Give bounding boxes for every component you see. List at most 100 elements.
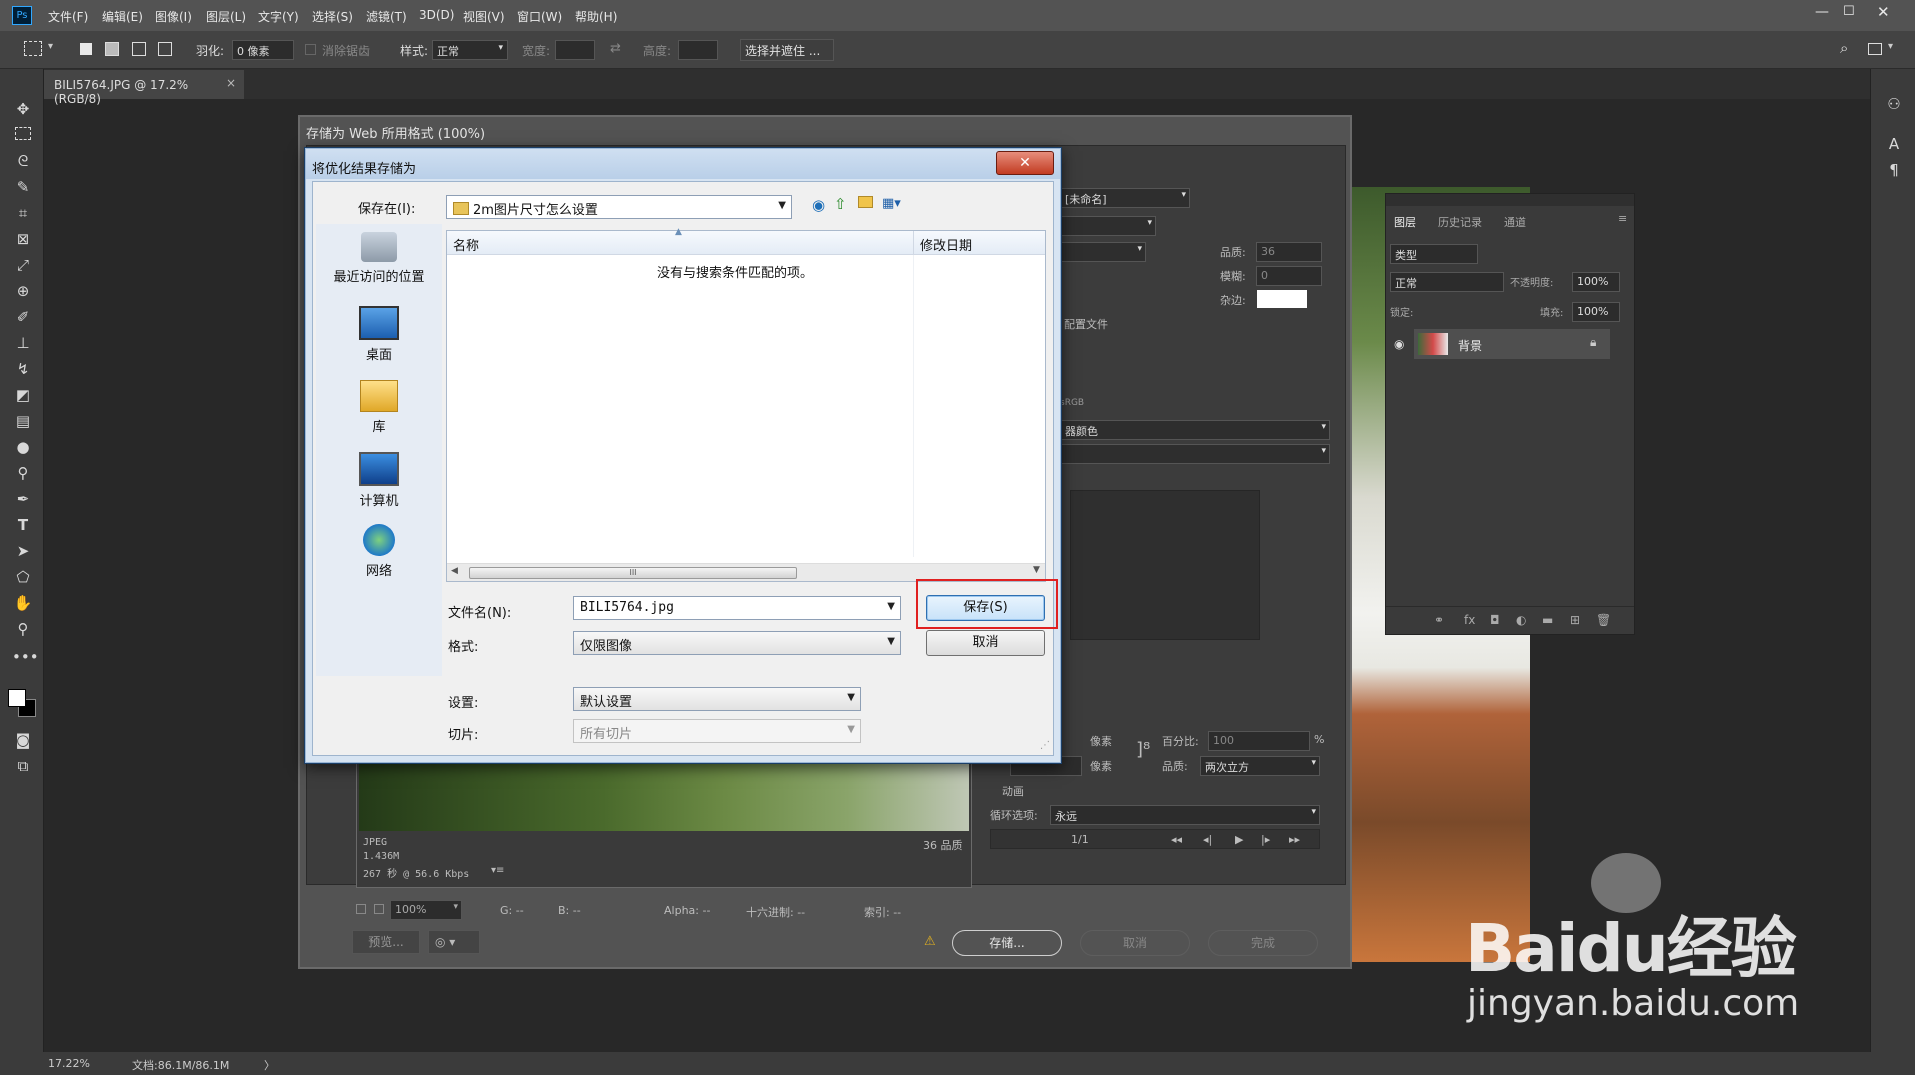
status-zoom[interactable]: 17.22% [48,1057,90,1070]
mask-icon[interactable]: ◘ [1490,613,1500,627]
zoom-select[interactable]: 100% ▾ [390,900,462,920]
quick-mask-icon[interactable]: ◙ [12,729,34,751]
visibility-eye-icon[interactable]: ◉ [1394,337,1404,351]
layer-filter-select[interactable]: 类型 [1390,244,1478,264]
more-tools-icon[interactable]: ••• [12,646,39,668]
layers-tab[interactable]: 图层 [1394,214,1416,230]
menu-help[interactable]: 帮助(H) [575,8,617,25]
intersect-selection-icon[interactable] [158,42,172,56]
history-tab[interactable]: 历史记录 [1438,214,1482,230]
place-libraries[interactable]: 库 [316,380,442,435]
marquee-tool-icon[interactable] [24,41,42,56]
next-frame-icon[interactable]: |▸ [1261,833,1270,846]
search-icon[interactable]: ⌕ [1840,39,1848,57]
menu-file[interactable]: 文件(F) [48,8,88,25]
add-selection-icon[interactable] [105,42,119,56]
antialias-checkbox[interactable] [305,44,316,55]
sfw-preview-button[interactable]: 预览... [352,930,420,954]
character-icon[interactable]: A [1883,133,1905,155]
minimize-icon[interactable]: — [1815,4,1829,20]
screen-mode-icon[interactable]: ⧉ [12,755,34,777]
lasso-tool-icon[interactable]: ᘓ [12,150,34,172]
select-and-mask-button[interactable]: 选择并遮住 ... [740,39,834,61]
crop-tool-icon[interactable]: ⌗ [12,202,34,224]
dialog-save-button[interactable]: 保存(S) [926,595,1045,621]
fx-icon[interactable]: fx [1464,613,1475,627]
hand-tool-icon[interactable]: ✋ [12,592,34,614]
shape-tool-icon[interactable]: ⬠ [12,566,34,588]
properties-icon[interactable]: ⚇ [1883,93,1905,115]
loop-options-select[interactable]: 永远 ▾ [1050,805,1320,825]
close-window-icon[interactable]: ✕ [1877,3,1890,21]
foreground-color-swatch[interactable] [8,689,26,707]
chevron-down-icon[interactable]: ▾ [1888,41,1893,52]
channels-tab[interactable]: 通道 [1504,214,1526,230]
back-icon[interactable]: ◉ [812,196,825,214]
healing-tool-icon[interactable]: ⊕ [12,280,34,302]
height-input[interactable] [678,40,718,60]
new-layer-icon[interactable]: ⊞ [1570,613,1580,627]
view-menu-icon[interactable]: ▦▾ [882,196,901,211]
paragraph-icon[interactable]: ¶ [1883,159,1905,181]
new-selection-icon[interactable] [80,43,92,55]
subtract-selection-icon[interactable] [132,42,146,56]
history-brush-tool-icon[interactable]: ↯ [12,358,34,380]
menu-edit[interactable]: 编辑(E) [102,8,143,25]
format-select[interactable]: 仅限图像 ▼ [573,631,901,655]
prev-frame-icon[interactable]: ◂| [1203,833,1212,846]
matte-swatch[interactable] [1257,290,1307,308]
eyedropper-tool-icon[interactable]: ⤢ [12,254,34,276]
pen-tool-icon[interactable]: ✒ [12,488,34,510]
menu-view[interactable]: 视图(V) [463,8,505,25]
menu-image[interactable]: 图像(I) [155,8,192,25]
style-select[interactable]: 正常 ▾ [432,40,508,60]
up-folder-icon[interactable]: ⇧ [834,195,847,213]
percent-input[interactable]: 100 [1208,731,1310,751]
panel-menu-icon[interactable]: ≡ [1618,212,1627,225]
menu-filter[interactable]: 滤镜(T) [366,8,407,25]
play-icon[interactable]: ▶ [1235,833,1243,846]
quality-input[interactable]: 36 [1256,242,1322,262]
resize-grip-icon[interactable]: ⋰ [1040,740,1050,751]
column-name-header[interactable]: 名称 ▲ [447,227,913,255]
status-menu-icon[interactable]: 〉 [264,1057,275,1073]
document-tab[interactable]: BILI5764.JPG @ 17.2%(RGB/8) × [44,70,244,106]
format-select[interactable]: ▾ [1060,216,1156,236]
path-select-tool-icon[interactable]: ➤ [12,540,34,562]
last-frame-icon[interactable]: ▸▸ [1289,833,1300,846]
chevron-down-icon[interactable]: ▾ [48,41,53,52]
link-dimensions-icon[interactable]: ]⁸ [1136,739,1150,760]
scroll-left-icon[interactable]: ◀ [451,566,458,576]
dialog-close-button[interactable]: ✕ [996,151,1054,175]
layer-row-background[interactable]: 背景 🔒︎ [1414,329,1610,359]
close-tab-icon[interactable]: × [226,76,236,90]
sfw-save-button[interactable]: 存储... [952,930,1062,956]
gradient-tool-icon[interactable]: ▤ [12,410,34,432]
save-in-select[interactable]: 2m图片尺寸怎么设置 ▼ [446,195,792,219]
menu-layer[interactable]: 图层(L) [206,8,246,25]
new-folder-icon[interactable] [858,196,873,208]
blur-input[interactable]: 0 [1256,266,1322,286]
link-layers-icon[interactable]: ⚭ [1434,613,1444,627]
zoom-tool-icon[interactable]: ⚲ [12,618,34,640]
place-computer[interactable]: 计算机 [316,452,442,509]
feather-input[interactable]: 0 像素 [232,40,294,60]
sfw-cancel-button[interactable]: 取消 [1080,930,1190,956]
eraser-tool-icon[interactable]: ◩ [12,384,34,406]
workspace-icon[interactable] [1868,43,1882,55]
blur-tool-icon[interactable]: ● [12,436,34,458]
zoom-minus-icon[interactable] [356,904,366,914]
swap-icon[interactable]: ⇄ [610,41,621,56]
move-tool-icon[interactable]: ✥ [12,98,34,120]
quick-select-tool-icon[interactable]: ✎ [12,176,34,198]
scrollbar-thumb[interactable]: III [469,567,797,579]
menu-3d[interactable]: 3D(D) [419,8,454,22]
frame-tool-icon[interactable]: ⊠ [12,228,34,250]
adjustment-icon[interactable]: ◐ [1516,613,1526,627]
column-date-header[interactable]: 修改日期 [913,231,1045,255]
preset-select[interactable]: [未命名] ▾ [1060,188,1190,208]
stamp-tool-icon[interactable]: ⊥ [12,332,34,354]
dialog-cancel-button[interactable]: 取消 [926,630,1045,656]
blend-mode-select[interactable]: 正常 [1390,272,1504,292]
trash-icon[interactable]: 🗑︎ [1596,613,1611,627]
